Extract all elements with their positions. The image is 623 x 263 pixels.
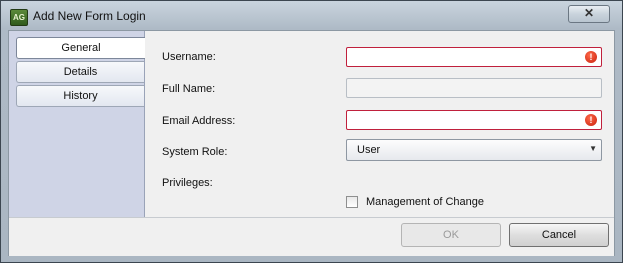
management-of-change-label[interactable]: Management of Change: [366, 196, 484, 208]
email-field[interactable]: !: [346, 110, 602, 130]
privileges-label: Privileges:: [162, 177, 213, 189]
dialog-content: General Details History Username: ! Full…: [8, 30, 615, 256]
tab-history[interactable]: History: [16, 85, 144, 107]
error-icon: !: [585, 51, 597, 63]
dialog-window: AG Add New Form Login ✕ General Details …: [0, 0, 623, 263]
username-field[interactable]: !: [346, 47, 602, 67]
dialog-title: Add New Form Login: [33, 9, 146, 23]
close-icon: ✕: [583, 6, 595, 20]
dialog-footer: OK Cancel: [9, 217, 614, 256]
management-of-change-checkbox[interactable]: [346, 196, 358, 208]
chevron-down-icon: ▼: [589, 144, 597, 153]
title-bar[interactable]: AG Add New Form Login ✕: [1, 1, 622, 31]
app-icon: AG: [10, 9, 28, 26]
tab-label: Details: [63, 66, 98, 78]
system-role-select[interactable]: User ▼: [346, 139, 602, 161]
tab-label: History: [63, 90, 98, 102]
cancel-button[interactable]: Cancel: [509, 223, 609, 247]
system-role-value: User: [357, 144, 381, 156]
tab-sidebar: General Details History: [9, 31, 145, 217]
username-label: Username:: [162, 51, 216, 63]
general-form: Username: ! Full Name: Email Address: ! …: [145, 31, 614, 217]
tab-general[interactable]: General: [16, 37, 145, 59]
tab-label: General: [61, 42, 101, 54]
error-icon: !: [585, 114, 597, 126]
close-button[interactable]: ✕: [568, 5, 610, 23]
email-label: Email Address:: [162, 115, 236, 127]
full-name-label: Full Name:: [162, 83, 216, 95]
tab-details[interactable]: Details: [16, 61, 144, 83]
system-role-label: System Role:: [162, 146, 228, 158]
ok-button[interactable]: OK: [401, 223, 501, 247]
full-name-field: [346, 78, 602, 98]
